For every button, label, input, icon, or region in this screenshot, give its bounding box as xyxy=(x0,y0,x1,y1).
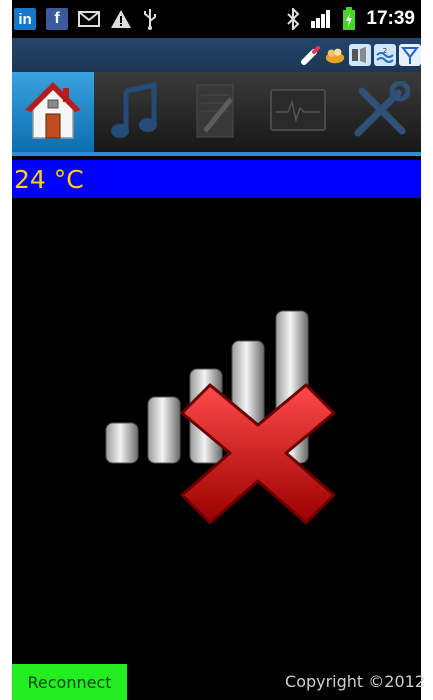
status-bar: in f 17:39 xyxy=(12,0,421,38)
status-left-icons: in f xyxy=(12,8,158,30)
tab-home[interactable] xyxy=(12,72,94,154)
notepad-icon xyxy=(191,81,241,145)
music-note-icon xyxy=(108,81,162,145)
heart-monitor-icon xyxy=(268,86,328,140)
mail-icon xyxy=(78,11,100,27)
music-note-icon xyxy=(349,44,371,66)
status-right-icons: 17:39 xyxy=(286,7,421,31)
facebook-icon: f xyxy=(46,8,68,30)
clock-time: 17:39 xyxy=(366,8,415,29)
warning-icon xyxy=(110,9,132,29)
bluetooth-icon xyxy=(286,8,300,30)
notification-row: 2 xyxy=(12,38,421,72)
tab-monitor[interactable] xyxy=(257,72,339,154)
tab-music[interactable] xyxy=(94,72,176,154)
antenna-icon xyxy=(399,44,421,66)
linkedin-icon: in xyxy=(14,8,36,30)
reconnect-button[interactable]: Reconnect xyxy=(12,664,127,700)
no-connection-icon xyxy=(100,305,340,530)
right-frame xyxy=(421,0,433,700)
baby-bottle-icon xyxy=(299,44,321,66)
tab-notes[interactable] xyxy=(176,72,258,154)
usb-icon xyxy=(142,8,158,30)
temperature-bar: 24 °C xyxy=(12,160,421,198)
battery-charging-icon xyxy=(342,7,356,31)
bath-icon: 2 xyxy=(374,44,396,66)
tab-bar xyxy=(12,72,421,154)
svg-text:2: 2 xyxy=(383,47,387,55)
house-icon xyxy=(23,80,83,146)
copyright-text: Copyright ©2012 xyxy=(285,672,425,691)
tab-settings[interactable] xyxy=(339,72,421,154)
left-frame xyxy=(0,0,12,700)
tab-underline xyxy=(12,152,421,156)
tools-icon xyxy=(350,80,411,145)
signal-icon xyxy=(310,9,332,29)
food-bowl-icon xyxy=(324,44,346,66)
temperature-value: 24 °C xyxy=(14,164,84,194)
